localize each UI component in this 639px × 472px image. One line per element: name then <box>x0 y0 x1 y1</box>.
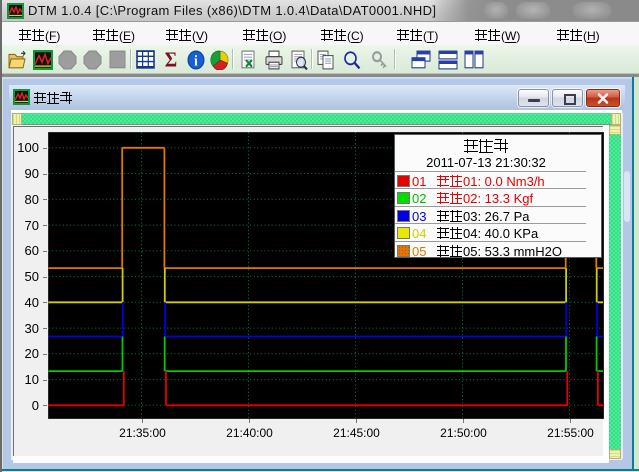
svg-text:i: i <box>194 53 198 69</box>
svg-text:Σ: Σ <box>165 50 177 70</box>
